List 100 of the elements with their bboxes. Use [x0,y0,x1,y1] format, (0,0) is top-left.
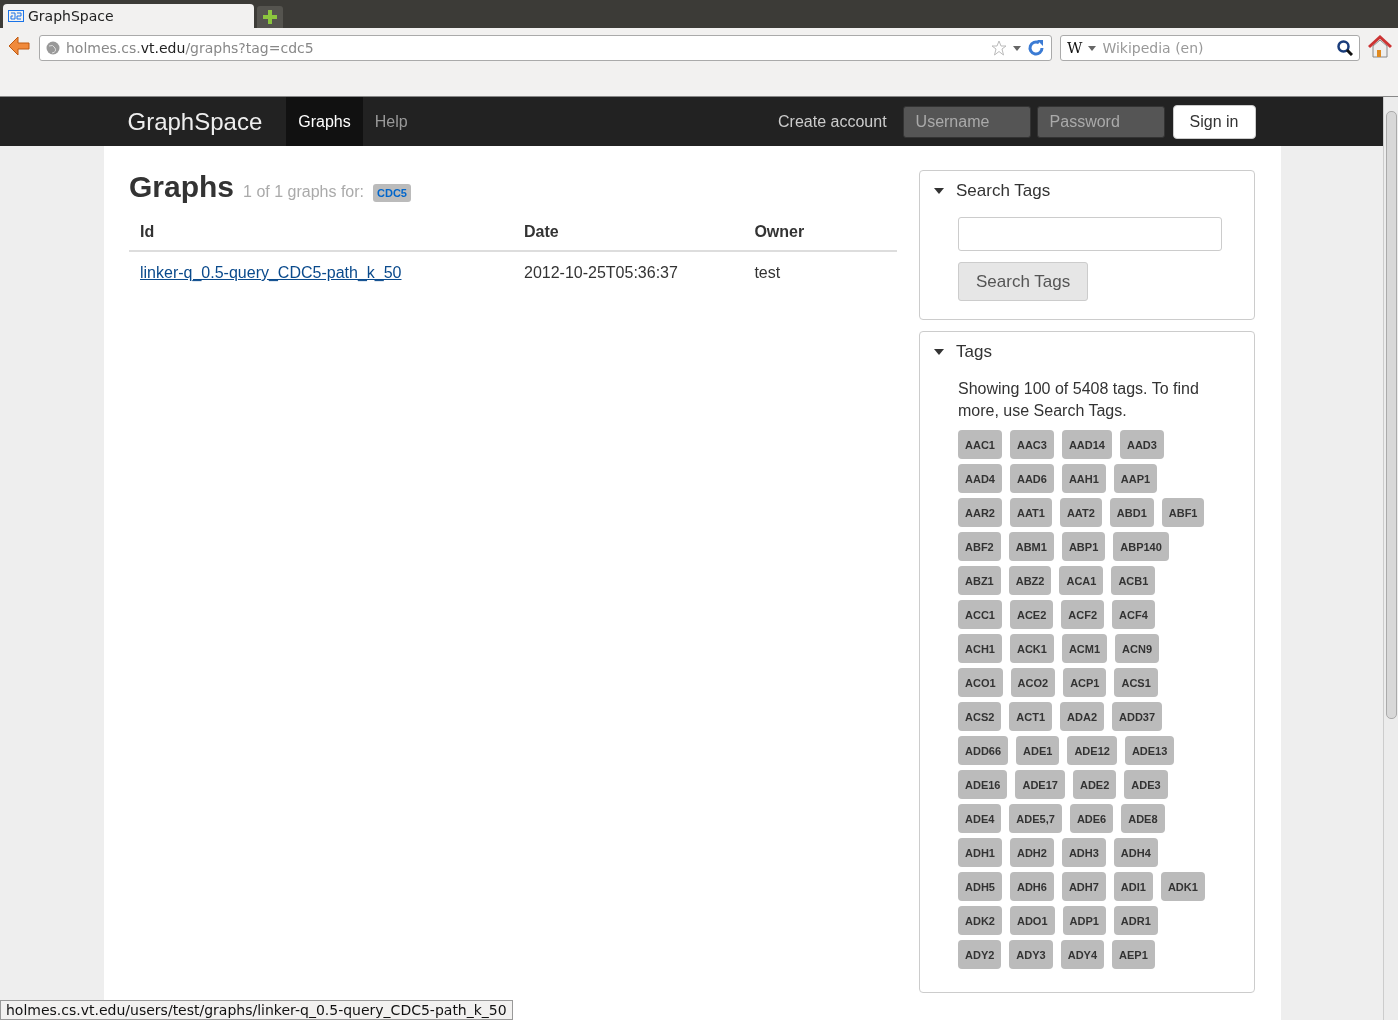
sign-in-button[interactable]: Sign in [1172,104,1256,139]
tag-button[interactable]: AAH1 [1061,464,1106,493]
tag-button[interactable]: AAC1 [958,430,1002,459]
tag-button[interactable]: ADD66 [958,736,1009,765]
tag-button[interactable]: ADE13 [1124,736,1175,765]
tag-button[interactable]: ADH5 [958,872,1002,901]
browser-tab[interactable]: GraphSpace [3,4,254,28]
search-icon[interactable] [1337,40,1353,56]
tag-button[interactable]: ADR1 [1113,906,1158,935]
address-bar[interactable]: holmes.cs.vt.edu/graphs?tag=cdc5 [39,35,1052,61]
tag-button[interactable]: ADE6 [1069,804,1114,833]
tag-button[interactable]: ADE2 [1072,770,1117,799]
tag-button[interactable]: ACK1 [1009,634,1054,663]
tag-button[interactable]: ADE16 [958,770,1008,799]
tag-button[interactable]: AAD3 [1120,430,1164,459]
table-cell: test [743,251,897,294]
tag-button[interactable]: ABZ2 [1008,566,1052,595]
tag-button[interactable]: ACE2 [1009,600,1054,629]
tag-button[interactable]: AAC3 [1009,430,1054,459]
tag-button[interactable]: ACT1 [1009,702,1053,731]
dropdown-icon[interactable] [1088,45,1097,51]
username-field[interactable]: Username [902,105,1031,138]
reload-icon[interactable] [1027,39,1045,57]
tag-button[interactable]: ACP1 [1063,668,1107,697]
tag-button[interactable]: ADH3 [1061,838,1106,867]
tag-button[interactable]: ACN9 [1115,634,1160,663]
dropdown-icon[interactable] [1013,45,1021,51]
tag-button[interactable]: AAT2 [1059,498,1102,527]
tag-button[interactable]: ACB1 [1111,566,1156,595]
tag-button[interactable]: ADH6 [1009,872,1054,901]
nav-link[interactable]: Graphs [286,97,363,146]
tag-button[interactable]: AAR2 [958,498,1002,527]
tag-button[interactable]: AAP1 [1113,464,1158,493]
page-title: Graphs [129,170,235,204]
tag-button[interactable]: ADE4 [958,804,1002,833]
tag-button[interactable]: AEP1 [1112,940,1155,969]
tag-button[interactable]: ADH7 [1061,872,1106,901]
tag-button[interactable]: ADP1 [1062,906,1106,935]
tag-button[interactable]: ACF2 [1061,600,1105,629]
brand-link[interactable]: GraphSpace [127,97,287,146]
table-cell: 2012-10-25T05:36:37 [513,251,744,294]
tag-button[interactable]: ACO2 [1010,668,1056,697]
tag-button[interactable]: ACC1 [958,600,1002,629]
home-icon[interactable] [1368,35,1392,59]
back-arrow-icon[interactable] [7,35,31,57]
new-tab-button[interactable] [257,6,283,28]
tag-button[interactable]: ABZ1 [958,566,1001,595]
tag-button[interactable]: ADE3 [1124,770,1168,799]
tag-button[interactable]: ADE12 [1067,736,1117,765]
caret-icon[interactable] [934,349,944,355]
tag-button[interactable]: ACS1 [1114,668,1158,697]
tag-button[interactable]: ADK1 [1160,872,1205,901]
tag-button[interactable]: ABM1 [1008,532,1054,561]
search-tags-button[interactable]: Search Tags [958,262,1089,301]
tag-button[interactable]: ADY3 [1009,940,1053,969]
tag-button[interactable]: ACF4 [1112,600,1155,629]
tag-button[interactable]: ADA2 [1060,702,1105,731]
tag-button[interactable]: ADY4 [1060,940,1105,969]
tag-button[interactable]: ABD1 [1109,498,1154,527]
column-header: Owner [743,214,897,251]
tag-button[interactable]: ACH1 [958,634,1002,663]
tag-button[interactable]: ACM1 [1061,634,1108,663]
tag-button[interactable]: ADE5,7 [1009,804,1062,833]
tag-button[interactable]: ABP1 [1061,532,1106,561]
tag-button[interactable]: ABF1 [1161,498,1205,527]
tag-button[interactable]: AAT1 [1009,498,1052,527]
column-header: Id [129,214,513,251]
tag-button[interactable]: ADH1 [958,838,1002,867]
tag-button[interactable]: ACO1 [958,668,1003,697]
tag-button[interactable]: AAD6 [1009,464,1054,493]
tag-button[interactable]: ADD37 [1112,702,1163,731]
tag-button[interactable]: ABF2 [958,532,1001,561]
panel-title: Tags [956,342,992,362]
tag-button[interactable]: ADK2 [958,906,1002,935]
tag-button[interactable]: ADH4 [1113,838,1158,867]
tag-button[interactable]: AAD14 [1061,430,1112,459]
column-header: Date [513,214,744,251]
tag-button[interactable]: ADE8 [1121,804,1165,833]
caret-icon[interactable] [934,188,944,194]
tag-search-field[interactable] [958,217,1222,251]
nav-link[interactable]: Help [362,97,420,146]
tag-button[interactable]: ADO1 [1009,906,1055,935]
site-icon [8,10,24,22]
tag-button[interactable]: ACS2 [958,702,1002,731]
tag-button[interactable]: ABP140 [1113,532,1169,561]
tag-button[interactable]: ADH2 [1009,838,1054,867]
create-account-link[interactable]: Create account [778,112,887,131]
tag-button[interactable]: ADY2 [958,940,1002,969]
scrollbar[interactable] [1383,97,1398,1020]
tag-button[interactable]: ACA1 [1059,566,1104,595]
password-field[interactable]: Password [1036,105,1165,138]
graph-link[interactable]: linker-q_0.5-query_CDC5-path_k_50 [140,264,402,281]
tag-button[interactable]: ADE1 [1016,736,1060,765]
graph-count: 1 of 1 graphs for: [243,183,364,201]
tag-button[interactable]: AAD4 [958,464,1002,493]
star-icon[interactable] [991,40,1007,56]
search-bar[interactable]: W Wikipedia (en) [1060,35,1360,61]
tag-button[interactable]: ADE17 [1015,770,1065,799]
tag-button[interactable]: ADI1 [1113,872,1153,901]
tag-label: CDC5 [373,184,411,202]
